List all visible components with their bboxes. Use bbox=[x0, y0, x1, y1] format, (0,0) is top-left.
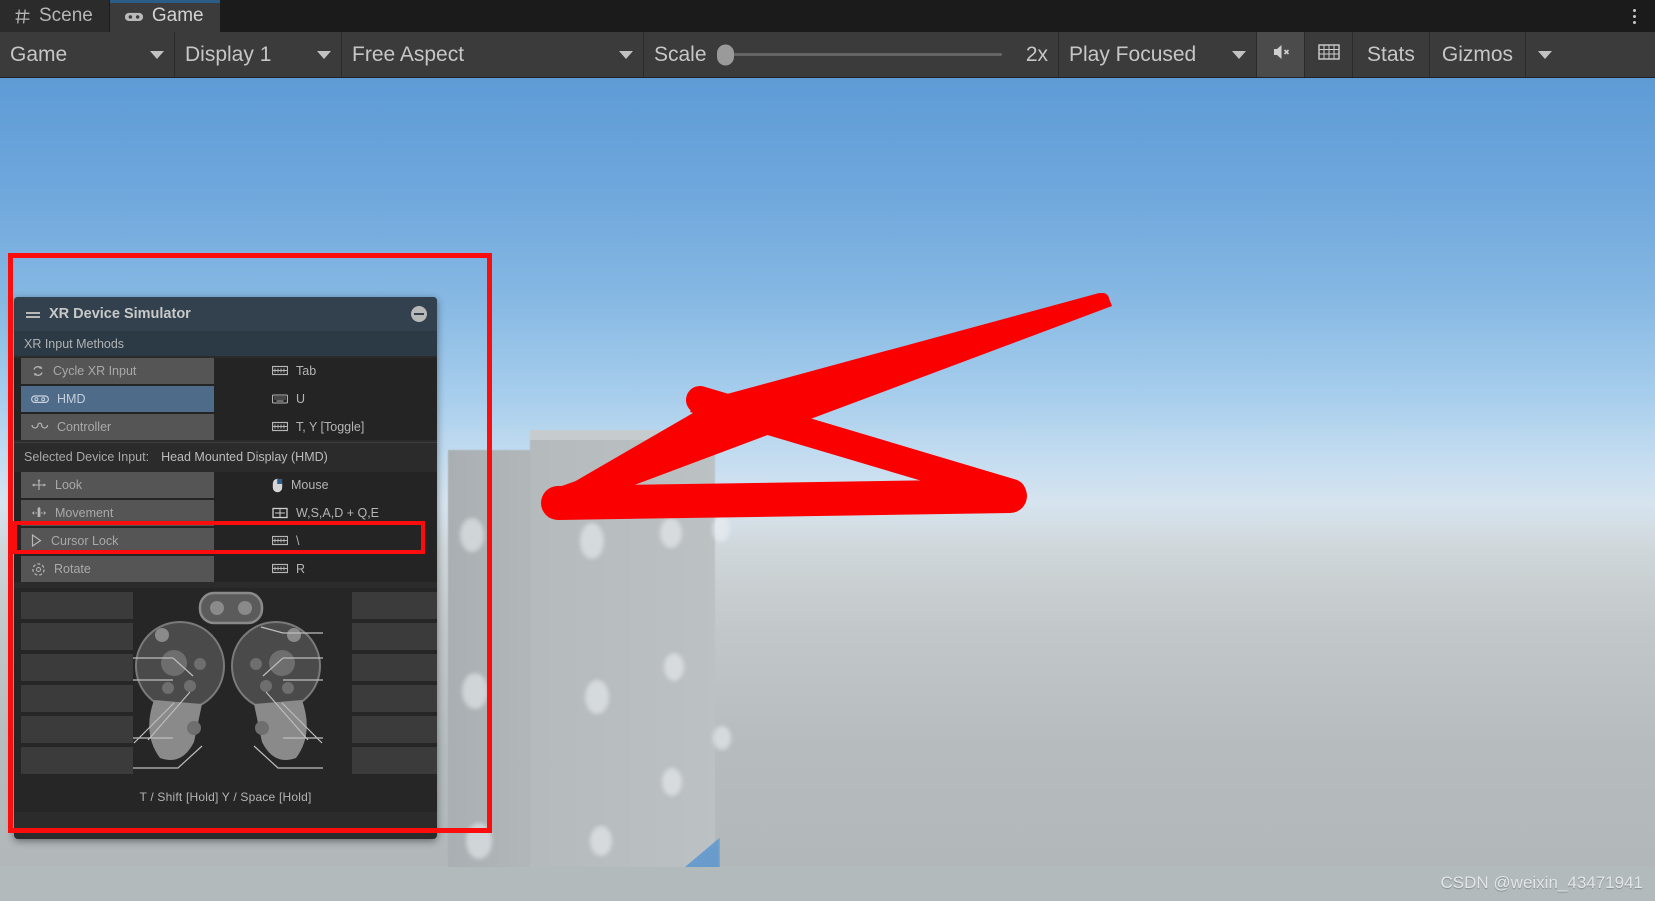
chevron-down-icon bbox=[1538, 50, 1553, 59]
frame-debugger-button[interactable] bbox=[1305, 32, 1353, 77]
red-rectangle-around-movement-row bbox=[13, 521, 425, 554]
tab-game[interactable]: Game bbox=[109, 0, 221, 32]
chevron-down-icon bbox=[317, 50, 331, 59]
gizmos-button[interactable]: Gizmos bbox=[1429, 32, 1526, 77]
scale-slider-group[interactable]: Scale 2x bbox=[644, 32, 1059, 77]
building-window bbox=[660, 518, 682, 548]
stats-label: Stats bbox=[1367, 42, 1415, 66]
tab-scene-label: Scene bbox=[39, 5, 93, 26]
target-display-label: Game bbox=[10, 42, 68, 66]
building-window bbox=[580, 523, 604, 559]
chevron-down-icon bbox=[619, 50, 633, 59]
building-top-edge bbox=[530, 430, 715, 440]
slider-track bbox=[716, 53, 1002, 56]
chevron-down-icon bbox=[1232, 50, 1246, 59]
target-display-dropdown[interactable]: Game bbox=[0, 32, 175, 77]
building-window bbox=[662, 768, 682, 796]
scale-value: 2x bbox=[1025, 42, 1048, 66]
chevron-down-icon bbox=[150, 50, 164, 59]
tab-game-label: Game bbox=[151, 5, 204, 26]
building-window bbox=[712, 516, 730, 542]
building-window bbox=[664, 653, 684, 681]
unity-game-view: Scene Game Game Display 1 Free Aspect Sc… bbox=[0, 0, 1655, 901]
mute-audio-icon bbox=[1270, 41, 1292, 69]
status-bar bbox=[0, 867, 1655, 901]
aspect-ratio-dropdown[interactable]: Free Aspect bbox=[342, 32, 644, 77]
frame-debugger-icon bbox=[1317, 42, 1341, 68]
building-window bbox=[713, 726, 731, 750]
building-front-face bbox=[530, 436, 715, 867]
play-mode-label: Play Focused bbox=[1069, 42, 1197, 66]
display-dropdown[interactable]: Display 1 bbox=[175, 32, 342, 77]
scale-label: Scale bbox=[654, 42, 707, 66]
building-window bbox=[590, 826, 612, 856]
gizmos-label: Gizmos bbox=[1441, 42, 1514, 66]
mute-audio-button[interactable] bbox=[1257, 32, 1305, 77]
watermark: CSDN @weixin_43471941 bbox=[1440, 873, 1643, 892]
scale-slider[interactable] bbox=[716, 44, 1002, 65]
more-options-icon[interactable] bbox=[1623, 4, 1645, 28]
game-view-toolbar: Game Display 1 Free Aspect Scale 2x Play… bbox=[0, 32, 1655, 78]
slider-knob[interactable] bbox=[716, 44, 734, 65]
grid-icon bbox=[14, 8, 31, 25]
stats-button[interactable]: Stats bbox=[1353, 32, 1430, 77]
building-window bbox=[585, 680, 609, 714]
aspect-label: Free Aspect bbox=[352, 42, 465, 66]
gamepad-icon bbox=[124, 9, 144, 24]
editor-tab-bar: Scene Game bbox=[0, 0, 1655, 32]
gizmos-dropdown[interactable] bbox=[1525, 32, 1565, 77]
display-label: Display 1 bbox=[185, 42, 272, 66]
play-mode-dropdown[interactable]: Play Focused bbox=[1059, 32, 1257, 77]
tab-scene[interactable]: Scene bbox=[0, 0, 110, 32]
